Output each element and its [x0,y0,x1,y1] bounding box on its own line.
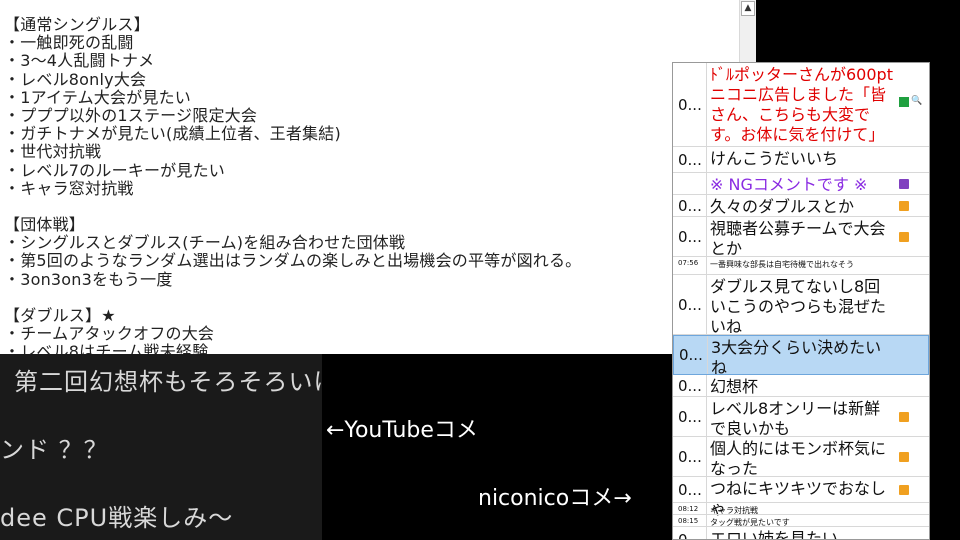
notes-line: ・プププ以外の1ステージ限定大会 [4,105,258,125]
ng-icon [899,179,909,189]
notes-line: 【通常シングルス】 [4,15,150,34]
comment-number: 0... [673,217,707,256]
comment-text: ダブルス見てないし8回いこうのやつらも混ぜたいね [710,277,887,336]
comment-row[interactable]: 0... 久々のダブルスとか [673,195,929,217]
comment-number: 0... [673,195,707,216]
premium-icon [899,485,909,495]
scroll-up-icon[interactable]: ▲ [741,1,755,16]
comment-row[interactable]: 0... ダブルス見てないし8回いこうのやつらも混ぜたいね [673,275,929,336]
comment-number: 0... [673,375,707,396]
comment-text: レベル8オンリーは新鮮で良いかも [710,399,881,438]
comment-number: 0... [673,147,707,172]
comment-row[interactable]: 0... レベル8オンリーは新鮮で良いかも [673,397,929,438]
ad-icon [899,97,909,107]
youtube-comment: dee CPU戦楽しみ〜 [0,504,234,532]
comment-number [673,173,707,194]
notes-line: ・世代対抗戦 [4,142,102,162]
notes-line [4,198,734,216]
premium-icon [899,412,909,422]
niconico-label: niconicoコメ→ [478,486,632,511]
comment-row[interactable]: 08:12 キャラ対抗戦 [673,503,929,515]
comment-number: 08:12 [673,503,707,514]
comment-text: ※ NGコメントです ※ [710,175,868,194]
youtube-comment-overlay: 第二回幻想杯もそろそろいけ ンド ？？ dee CPU戦楽しみ〜 [0,354,322,540]
comment-text: 個人的にはモンボ杯気になった [710,439,887,478]
comment-text: 一番興味な部長は自宅待機で出れなそう [710,260,854,269]
notes-line: ・一触即死の乱闘 [4,33,134,53]
comment-text: 3大会分くらい決めたいね [711,338,882,377]
notes-line: ・レベル8はチーム戦未経験 [4,342,209,354]
comment-number: 0... [673,63,707,146]
comment-row[interactable]: 0... エロい姉を見たい [673,527,929,540]
comment-number: 07:56 [673,257,707,274]
search-icon[interactable]: 🔍 [911,97,922,106]
notes-line [4,289,734,307]
comment-row[interactable]: 0... 3大会分くらい決めたいね [673,335,929,377]
premium-icon [899,232,909,242]
comment-text: 視聴者公募チームで大会とか [710,219,886,258]
notes-line: ・チームアタックオフの大会 [4,324,215,344]
notes-panel: 【通常シングルス】 ・一触即死の乱闘 ・3〜4人乱闘トナメ ・レベル8only大会 ・1… [0,0,756,354]
comment-text: 幻想杯 [710,377,759,396]
comment-row[interactable]: 0... 幻想杯 [673,375,929,397]
comment-row[interactable]: 0... 視聴者公募チームで大会とか [673,217,929,258]
comment-row[interactable]: 0... 個人的にはモンボ杯気になった [673,437,929,478]
comment-number: 0... [673,275,707,334]
comment-text: 久々のダブルスとか [710,197,855,216]
comment-text: ﾄﾞﾙポッターさんが600ptニコニ広告しました「皆さん、こちらも大変です。お体… [710,65,893,144]
comment-number: 0... [673,437,707,476]
notes-line: ・1アイテム大会が見たい [4,87,191,107]
comment-row[interactable]: 0... つねにキツキツでおなしゃ [673,477,929,518]
comment-row[interactable]: 0... けんこうだいいち [673,147,929,173]
comment-row[interactable]: 0... ﾄﾞﾙポッターさんが600ptニコニ広告しました「皆さん、こちらも大変で… [673,63,929,147]
comment-number: 0... [673,477,707,502]
comment-row[interactable]: 08:15 タッグ戦が見たいです [673,515,929,527]
notes-line: ・第5回のようなランダム選出はランダムの楽しみと出場機会の平等が図れる。 [4,251,582,271]
notes-line: ・レベル7のルーキーが見たい [4,160,225,180]
comment-number: 08:15 [673,515,707,526]
youtube-comment: ンド ？？ [0,436,109,464]
comment-text: エロい姉を見たい [710,529,839,540]
comment-number: 0... [673,397,707,436]
notes-line: 【団体戦】 [4,215,86,235]
comment-row[interactable]: 07:56 一番興味な部長は自宅待機で出れなそう [673,257,929,275]
youtube-label: ←YouTubeコメ [326,418,478,443]
notes-line: ・シングルスとダブルス(チーム)を組み合わせた団体戦 [4,233,406,253]
notes-line: 【ダブルス】★ [4,306,116,325]
comment-row[interactable]: ※ NGコメントです ※ [673,173,929,195]
notes-line: ・3〜4人乱闘トナメ [4,51,155,71]
notes-text: 【通常シングルス】 ・一触即死の乱闘 ・3〜4人乱闘トナメ ・レベル8only大会 ・1… [4,15,734,354]
notes-line: ・ガチトナメが見たい(成績上位者、王者集結) [4,124,341,144]
comment-number: 0... [673,527,707,539]
black-strip [756,0,960,62]
premium-icon [899,452,909,462]
comment-number: 0... [674,336,708,374]
notes-line: ・3on3on3をもう一度 [4,269,173,289]
youtube-comment: 第二回幻想杯もそろそろいけ [14,368,322,396]
notes-line: ・レベル8only大会 [4,69,147,89]
niconico-comment-list[interactable]: 0... ﾄﾞﾙポッターさんが600ptニコニ広告しました「皆さん、こちらも大変で… [672,62,930,540]
comment-text: けんこうだいいち [710,149,839,168]
notes-line: ・キャラ窓対抗戦 [4,178,134,198]
premium-icon [899,201,909,211]
